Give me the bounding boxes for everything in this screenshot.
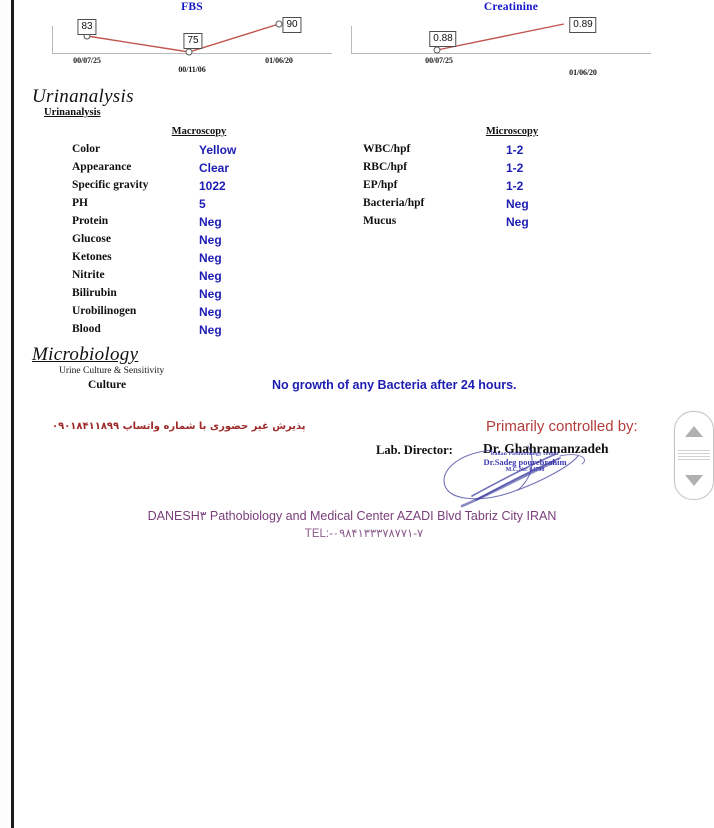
row-label: Protein: [72, 215, 109, 227]
chart-fbs-point-3: [275, 20, 283, 28]
chart-fbs-xtick-1: 00/07/25: [73, 56, 101, 65]
row-label: Ketones: [72, 251, 112, 263]
table-row: RBC/hpf 1-2: [363, 161, 623, 179]
row-label: RBC/hpf: [363, 161, 408, 173]
row-value: Neg: [199, 287, 222, 301]
chart-creatinine-xtick-2: 01/06/20: [569, 68, 597, 77]
chart-fbs-point-2: [185, 48, 193, 56]
table-row: WBC/hpf 1-2: [363, 143, 623, 161]
chart-fbs-label-2: 75: [183, 33, 203, 49]
row-label: PH: [72, 197, 88, 209]
row-label: Glucose: [72, 233, 111, 245]
row-label: Color: [72, 143, 101, 155]
row-label: Urobilinogen: [72, 305, 137, 317]
microbiology-section-title: Microbiology: [32, 344, 139, 365]
row-value: Clear: [199, 161, 230, 175]
chart-creatinine: Creatinine 0.88 0.89 00/07/25 01/06/20: [351, 0, 651, 77]
chart-creatinine-plot: 0.88 0.89: [351, 14, 651, 54]
grip-line: [678, 450, 710, 451]
table-row: EP/hpf 1-2: [363, 179, 623, 197]
macroscopy-rows: Color Yellow Appearance Clear Specific g…: [72, 143, 332, 341]
scroll-grip[interactable]: [678, 450, 710, 461]
microscopy-rows: WBC/hpf 1-2 RBC/hpf 1-2 EP/hpf 1-2 Bacte…: [363, 143, 623, 233]
stamp-line-2: Dr.Sadeg pourebrahim: [483, 457, 567, 467]
row-value: 1022: [199, 179, 226, 193]
trend-charts: FBS 83 75 90 00/07/25 00/11/06 01/06/20 …: [14, 0, 714, 77]
grip-line: [678, 456, 710, 457]
chart-creatinine-title: Creatinine: [483, 1, 539, 13]
scroll-control[interactable]: [674, 411, 714, 500]
chart-fbs-xtick-3: 01/06/20: [265, 56, 293, 65]
row-label: WBC/hpf: [363, 143, 411, 155]
doctor-stamp: Bahan Pathobiology center Dr.Sadeg poure…: [455, 451, 595, 473]
row-label: EP/hpf: [363, 179, 398, 191]
row-label: Bilirubin: [72, 287, 117, 299]
report-page: FBS 83 75 90 00/07/25 00/11/06 01/06/20 …: [0, 0, 714, 828]
chart-creatinine-series: [436, 23, 565, 51]
row-value: Neg: [199, 269, 222, 283]
chart-creatinine-xtick-1: 00/07/25: [425, 56, 453, 65]
row-value: Yellow: [199, 143, 237, 157]
row-label: Bacteria/hpf: [363, 197, 425, 209]
table-row: Specific gravity 1022: [72, 179, 332, 197]
table-row: Bilirubin Neg: [72, 287, 332, 305]
chart-fbs-plot: 83 75 90: [52, 14, 332, 56]
primarily-controlled-by-label: Primarily controlled by:: [486, 418, 638, 435]
row-value: 1-2: [506, 179, 524, 193]
row-value: 1-2: [506, 161, 524, 175]
table-row: Color Yellow: [72, 143, 332, 161]
urinalysis-sub-title: Urinanalysis: [44, 107, 101, 118]
row-value: Neg: [506, 215, 529, 229]
table-row: Blood Neg: [72, 323, 332, 341]
triangle-down-icon: [685, 474, 703, 486]
chart-fbs-label-3: 90: [282, 17, 302, 33]
scroll-down-button[interactable]: [675, 463, 713, 497]
row-value: Neg: [199, 305, 222, 319]
microscopy-column-header: Microscopy: [485, 126, 539, 137]
row-label: Mucus: [363, 215, 397, 227]
row-value: Neg: [199, 215, 222, 229]
clinic-telephone: TEL:-۰۹۸۴۱۳۳۳۷۸۷۷۱-۷: [304, 528, 424, 540]
row-value: Neg: [199, 251, 222, 265]
stamp-line-3: M.C.No: 64798: [505, 467, 545, 473]
row-label: Blood: [72, 323, 101, 335]
chart-creatinine-point-1: [433, 46, 441, 54]
table-row: Ketones Neg: [72, 251, 332, 269]
row-label: Specific gravity: [72, 179, 149, 191]
urinalysis-section-title: Urinanalysis: [32, 86, 134, 107]
grip-line: [678, 459, 710, 460]
lab-director-label: Lab. Director:: [376, 443, 453, 457]
row-value: Neg: [506, 197, 529, 211]
clinic-address: DANESH۳ Pathobiology and Medical Center …: [147, 509, 557, 523]
chart-fbs-title: FBS: [181, 1, 203, 13]
chart-fbs: FBS 83 75 90 00/07/25 00/11/06 01/06/20: [52, 0, 332, 76]
macroscopy-column-header: Macroscopy: [171, 126, 227, 137]
report-sheet: FBS 83 75 90 00/07/25 00/11/06 01/06/20 …: [14, 0, 714, 828]
row-value: 5: [199, 197, 206, 211]
chart-creatinine-label-2: 0.89: [569, 17, 597, 33]
row-label: Appearance: [72, 161, 132, 173]
triangle-up-icon: [685, 425, 703, 437]
table-row: Glucose Neg: [72, 233, 332, 251]
chart-fbs-label-1: 83: [77, 19, 97, 35]
table-row: Bacteria/hpf Neg: [363, 197, 623, 215]
table-row: Protein Neg: [72, 215, 332, 233]
table-row: Urobilinogen Neg: [72, 305, 332, 323]
table-row: Mucus Neg: [363, 215, 623, 233]
grip-line: [678, 453, 710, 454]
culture-result: No growth of any Bacteria after 24 hours…: [272, 378, 517, 392]
chart-fbs-xtick-2: 00/11/06: [178, 65, 206, 74]
microbiology-sub-title: Urine Culture & Sensitivity: [59, 366, 165, 376]
row-value: Neg: [199, 323, 222, 337]
scroll-up-button[interactable]: [675, 414, 713, 448]
table-row: Nitrite Neg: [72, 269, 332, 287]
whatsapp-reception-note: پذیرش غیر حضوری با شماره واتساپ ۰۹۰۱۸۴۱۱…: [52, 421, 306, 432]
culture-label: Culture: [88, 379, 127, 391]
row-value: 1-2: [506, 143, 524, 157]
table-row: Appearance Clear: [72, 161, 332, 179]
chart-creatinine-label-1: 0.88: [429, 31, 457, 47]
row-value: Neg: [199, 233, 222, 247]
row-label: Nitrite: [72, 269, 105, 281]
table-row: PH 5: [72, 197, 332, 215]
